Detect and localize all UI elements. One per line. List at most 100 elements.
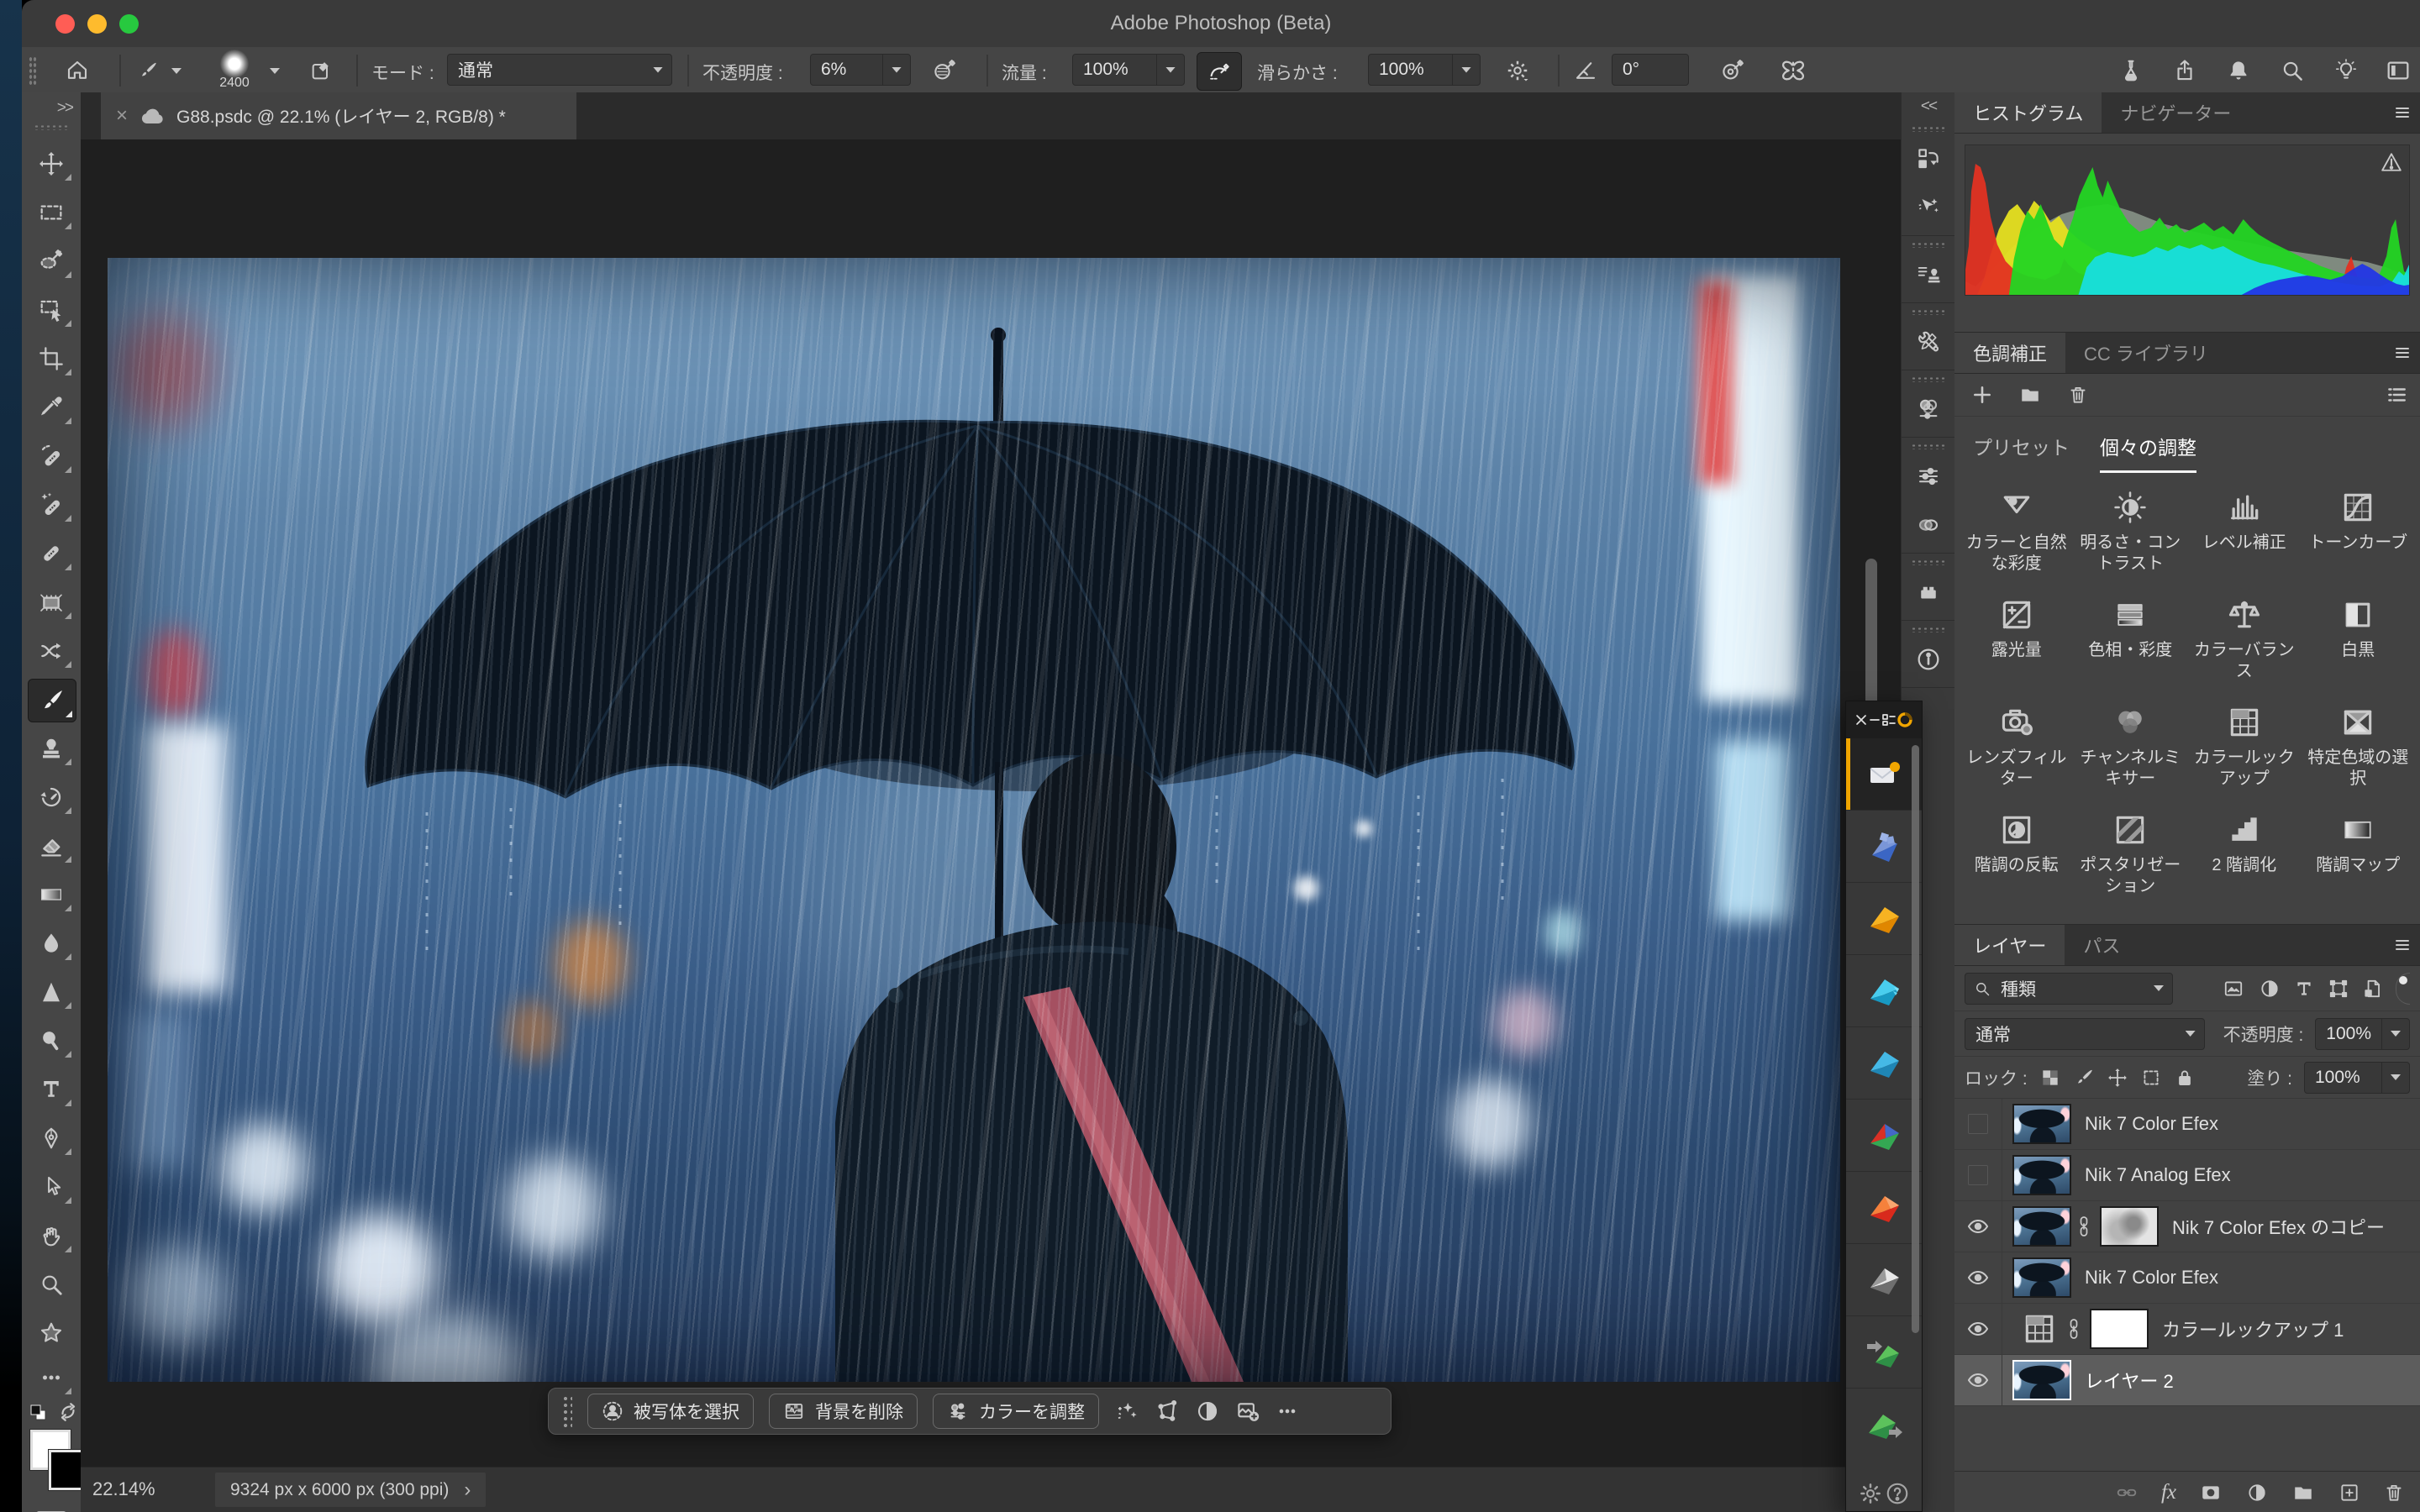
tab-layers[interactable]: レイヤー [1954,925,2065,965]
visibility-toggle[interactable] [1954,1201,2002,1252]
adjustment-black-white[interactable]: 白黒 [2302,596,2416,682]
layer-row-selected[interactable]: レイヤー 2 [1954,1355,2420,1406]
status-doc-size[interactable]: 9324 px x 6000 px (300 ppi) › [215,1473,486,1507]
adjustment-hue-saturation[interactable]: 色相・彩度 [2074,596,2188,682]
filter-type-icon[interactable] [2293,978,2315,1000]
tool-blur[interactable] [28,922,75,964]
adjustment-color-lookup[interactable]: カラールックアップ [2187,704,2302,790]
layer-name[interactable]: カラールックアップ 1 [2162,1315,2344,1342]
lock-all-icon[interactable] [2174,1067,2196,1089]
tool-crop[interactable] [28,338,75,380]
help-icon[interactable] [1885,1481,1910,1506]
adjustment-invert[interactable]: 階調の反転 [1960,811,2074,897]
visibility-toggle[interactable] [1954,1355,2002,1405]
tool-brush[interactable] [28,679,76,722]
layer-thumbnail[interactable] [2012,1360,2071,1400]
layer-row[interactable]: カラールックアップ 1 [1954,1304,2420,1355]
nik-item-sharpener[interactable] [1846,1027,1922,1100]
transform-button[interactable] [1155,1399,1180,1424]
tool-custom-shape[interactable] [28,1312,75,1354]
tab-cc-libraries[interactable]: CC ライブラリ [2065,333,2227,373]
layer-row[interactable]: Nik 7 Color Efex [1954,1252,2420,1304]
panel-menu-icon[interactable] [2391,937,2412,953]
adjustment-posterize[interactable]: ポスタリゼーション [2074,811,2188,897]
smoothing-options-button[interactable] [1494,52,1541,89]
search-button[interactable] [2270,52,2314,89]
swap-colors-button[interactable] [57,1401,79,1423]
flow-dropdown[interactable]: 100% [1072,54,1185,86]
layer-filter-dropdown[interactable]: 種類 [1965,973,2173,1005]
layer-opacity-dropdown[interactable]: 100% [2315,1018,2410,1050]
minimize-icon[interactable] [1868,713,1881,727]
visibility-toggle[interactable] [1954,1099,2002,1149]
tools-grip[interactable] [34,124,69,130]
symmetry-button[interactable] [1771,52,1815,89]
tool-eyedropper[interactable] [28,386,75,428]
document-tab[interactable]: × G88.psdc @ 22.1% (レイヤー 2, RGB/8) * [101,92,576,139]
notifications-button[interactable] [2217,52,2260,89]
select-subject-button[interactable]: 被写体を選択 [587,1394,754,1429]
layer-mask-thumbnail[interactable] [2100,1206,2159,1247]
plugins-panel-button[interactable] [1905,570,1952,615]
lock-artboard-icon[interactable] [2140,1067,2162,1089]
context-bar-drag-handle[interactable] [562,1395,572,1427]
nik-item-presharpener[interactable] [1846,1316,1922,1389]
brush-preset-picker[interactable]: 2400 [205,50,264,91]
nik-item-output-sharpener[interactable] [1846,1389,1922,1460]
nik-item-hdr-efex[interactable] [1846,1100,1922,1172]
layer-row[interactable]: Nik 7 Color Efex [1954,1099,2420,1150]
tool-spot-healing[interactable] [28,435,75,477]
nik-item-analog-efex[interactable] [1846,811,1922,883]
tool-clone-stamp[interactable] [28,727,75,769]
delete-layer-icon[interactable] [2383,1482,2405,1504]
nik-item-notifications[interactable] [1846,738,1922,811]
workspace-button[interactable] [2376,52,2420,89]
new-layer-icon[interactable] [2338,1482,2361,1504]
settings-gear-icon[interactable] [1858,1481,1883,1506]
brush-angle-field[interactable]: 0° [1612,54,1689,86]
tool-history-brush[interactable] [28,776,75,818]
subtab-presets[interactable]: プリセット [1973,432,2070,473]
remove-background-button[interactable]: 背景を削除 [769,1394,918,1429]
info-panel-button[interactable] [1905,637,1952,682]
adjustment-vibrance[interactable]: カラーと自然な彩度 [1960,489,2074,575]
filter-toggle[interactable] [2396,973,2410,1005]
adjustment-color-balance[interactable]: カラーバランス [2187,596,2302,682]
filter-smart-object-icon[interactable] [2362,978,2384,1000]
color-lookup-layer-icon[interactable] [2021,1310,2058,1347]
tool-presets-panel-button[interactable] [1905,319,1952,365]
layer-thumbnail[interactable] [2012,1206,2071,1247]
tool-patch[interactable] [28,581,75,623]
blend-mode-dropdown[interactable]: 通常 [447,54,672,86]
layer-row[interactable]: Nik 7 Analog Efex [1954,1150,2420,1201]
chevron-down-icon[interactable] [171,68,182,74]
beta-features-button[interactable] [2109,52,2153,89]
layer-name[interactable]: レイヤー 2 [2085,1367,2174,1394]
layer-row[interactable]: Nik 7 Color Efex のコピー [1954,1201,2420,1252]
close-icon[interactable] [1854,713,1868,727]
mask-link-icon[interactable] [2076,1215,2091,1237]
airbrush-toggle-button[interactable] [1197,52,1242,91]
nik-panel-scrollbar[interactable] [1912,745,1919,1333]
tool-type[interactable] [28,1068,75,1110]
ai-actions-panel-button[interactable] [1905,185,1952,230]
status-zoom-value[interactable]: 22.14% [92,1478,155,1500]
chevron-down-icon[interactable] [270,68,280,74]
tab-histogram[interactable]: ヒストグラム [1954,92,2102,133]
home-button[interactable] [55,52,99,89]
folder-icon[interactable] [2018,384,2042,406]
tab-paths[interactable]: パス [2065,925,2139,965]
opacity-pressure-button[interactable] [923,52,966,89]
visibility-toggle[interactable] [1954,1150,2002,1200]
channels-panel-button[interactable] [1905,502,1952,548]
layer-mask-thumbnail[interactable] [2090,1309,2149,1349]
adjustment-curves[interactable]: トーンカーブ [2302,489,2416,575]
context-more-button[interactable] [1276,1399,1299,1423]
adjustment-exposure[interactable]: 露光量 [1960,596,2074,682]
add-mask-icon[interactable] [2198,1482,2223,1504]
filter-shape-icon[interactable] [2327,978,2350,1000]
discover-button[interactable] [2324,52,2368,89]
adjustment-channel-mixer[interactable]: チャンネルミキサー [2074,704,2188,790]
tool-hand[interactable] [28,1215,75,1257]
tool-gradient[interactable] [28,874,75,916]
